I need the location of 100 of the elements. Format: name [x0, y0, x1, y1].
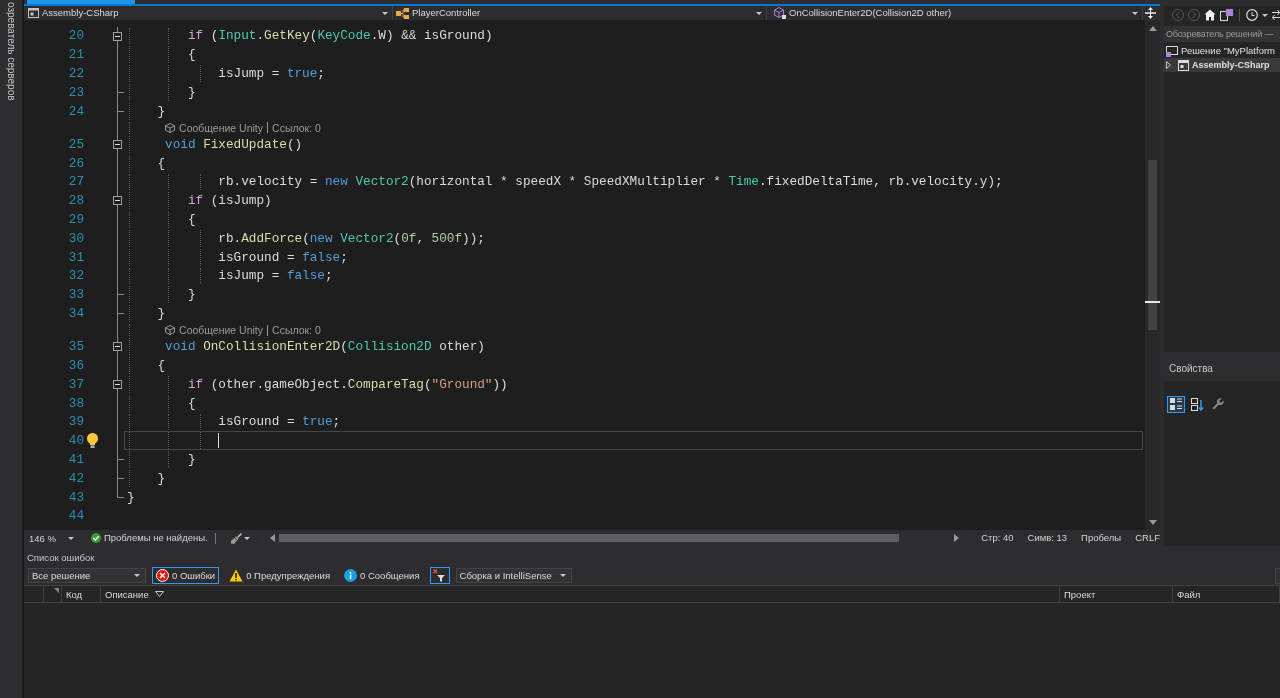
column-marker-icon	[54, 588, 59, 593]
search-field[interactable]: Обозреватель решений —	[1164, 26, 1280, 42]
line-number: 22	[68, 66, 84, 82]
side-tab[interactable]: озреватель серверов	[5, 2, 17, 101]
collapse-icon[interactable]	[113, 342, 122, 352]
code-line: }	[187, 287, 196, 303]
indentation-mode[interactable]: Пробелы	[1081, 532, 1122, 544]
code-line: isJump = true;	[218, 66, 325, 82]
line-number: 27	[68, 174, 84, 190]
codelens-link[interactable]: Ссылок: 0	[272, 324, 321, 337]
lightbulb-icon[interactable]	[86, 433, 98, 449]
messages-toggle[interactable]: 0 Сообщения	[340, 567, 424, 584]
code-line: }	[157, 103, 166, 119]
check-circle-icon	[90, 533, 101, 543]
line-endings[interactable]: CRLF	[1135, 532, 1160, 544]
right-arrow-icon[interactable]	[954, 534, 960, 542]
line-position[interactable]: Стр: 40	[981, 532, 1014, 544]
code-line: }	[157, 470, 166, 486]
collapse-icon[interactable]	[113, 31, 122, 41]
code-line: if (isJump)	[187, 193, 272, 209]
warning-icon	[229, 569, 244, 582]
tree-item[interactable]: Assembly-CSharp	[1164, 58, 1280, 72]
categorized-view-button[interactable]	[1167, 395, 1185, 413]
brush-icon	[230, 532, 242, 544]
line-number: 34	[68, 306, 84, 322]
left-arrow-icon[interactable]	[269, 534, 275, 542]
code-line: isGround = true;	[218, 414, 341, 430]
scrollbar-thumb[interactable]	[278, 534, 899, 542]
line-number: 28	[68, 193, 84, 209]
column-header[interactable]: Описание	[105, 587, 164, 601]
vertical-scrollbar[interactable]	[1145, 20, 1160, 530]
alphabetical-view-button[interactable]	[1188, 395, 1206, 413]
project-dropdown[interactable]: Assembly-CSharp	[27, 6, 393, 20]
caret-icon	[67, 536, 74, 540]
line-number: 25	[68, 136, 84, 152]
line-number: 41	[68, 452, 84, 467]
switch-views-icon[interactable]	[1220, 9, 1233, 21]
column-header[interactable]: Файл	[1177, 587, 1201, 601]
home-icon[interactable]	[1204, 9, 1216, 21]
code-line: rb.AddForce(new Vector2(0f, 500f));	[218, 230, 485, 246]
code-line: }	[127, 489, 135, 505]
codelens-label: Сообщение Unity	[179, 324, 264, 337]
line-number: 32	[68, 268, 84, 284]
line-number: 40	[68, 433, 84, 449]
code-line: void OnCollisionEnter2D(Collision2D other)	[165, 339, 485, 355]
line-number: 30	[68, 230, 84, 246]
sync-icon[interactable]	[1272, 9, 1280, 21]
line-number: 23	[68, 84, 84, 100]
split-window-button[interactable]	[1143, 6, 1157, 20]
line-number: 42	[68, 470, 84, 486]
text-cursor	[218, 433, 220, 449]
issues-status[interactable]: Проблемы не найдены.	[103, 532, 208, 544]
code-line: isGround = false;	[218, 249, 348, 265]
caret-icon	[243, 536, 250, 540]
code-line: rb.velocity = new Vector2(horizontal * speedX * SpeedXMultiplier * Time.fixedDeltaTime, rb.velocity.y);	[218, 174, 1003, 190]
line-number: 24	[68, 103, 84, 119]
down-arrow-icon[interactable]	[1148, 520, 1157, 525]
collapse-icon[interactable]	[113, 196, 122, 206]
filter-toggle-button[interactable]	[429, 567, 450, 584]
codelens-link[interactable]: Ссылок: 0	[272, 121, 321, 134]
filter-icon	[433, 569, 447, 582]
error-icon	[156, 569, 169, 582]
up-arrow-icon[interactable]	[1148, 26, 1157, 31]
line-number: 37	[68, 376, 84, 392]
type-dropdown[interactable]: PlayerController	[393, 6, 767, 20]
errors-toggle[interactable]: 0 Ошибки	[152, 567, 220, 584]
member-dropdown[interactable]: OnCollisionEnter2D(Collision2D other)	[767, 6, 1143, 20]
code-line: }	[187, 452, 196, 467]
line-number: 26	[68, 155, 84, 171]
line-number: 33	[68, 287, 84, 303]
expand-arrow-icon[interactable]	[1166, 61, 1171, 69]
code-cleanup-button[interactable]	[228, 531, 252, 545]
project-icon	[1178, 59, 1189, 71]
column-position[interactable]: Симв: 13	[1027, 532, 1068, 544]
warnings-toggle[interactable]: 0 Предупреждения	[225, 567, 335, 584]
split-icon	[1144, 7, 1156, 19]
clock-icon[interactable]	[1246, 9, 1258, 21]
panel-title: Список ошибок	[27, 551, 95, 563]
line-number: 29	[68, 212, 84, 228]
line-number: 31	[68, 249, 84, 265]
column-header[interactable]: Код	[66, 587, 83, 601]
collapse-icon[interactable]	[113, 379, 122, 389]
class-icon	[396, 7, 409, 19]
column-header[interactable]: Проект	[1064, 587, 1096, 601]
tree-item[interactable]: Решение "MyPlatform	[1164, 44, 1280, 58]
code-line: {	[187, 47, 196, 63]
scope-dropdown[interactable]: Все решение	[28, 568, 146, 583]
line-number: 43	[68, 489, 84, 505]
collapse-icon[interactable]	[113, 139, 122, 149]
code-line: void FixedUpdate()	[165, 136, 303, 152]
scrollbar-thumb[interactable]	[1148, 160, 1157, 330]
code-line: {	[187, 212, 196, 228]
caret-icon	[382, 11, 388, 15]
categorized-icon	[1170, 398, 1182, 410]
alphabetical-icon	[1190, 397, 1204, 411]
caret-icon[interactable]	[1262, 13, 1268, 17]
caret-icon	[756, 11, 762, 15]
zoom-dropdown[interactable]: 146 %	[26, 531, 77, 545]
code-line: {	[157, 358, 166, 373]
source-dropdown[interactable]: Сборка и IntelliSense	[455, 568, 572, 583]
